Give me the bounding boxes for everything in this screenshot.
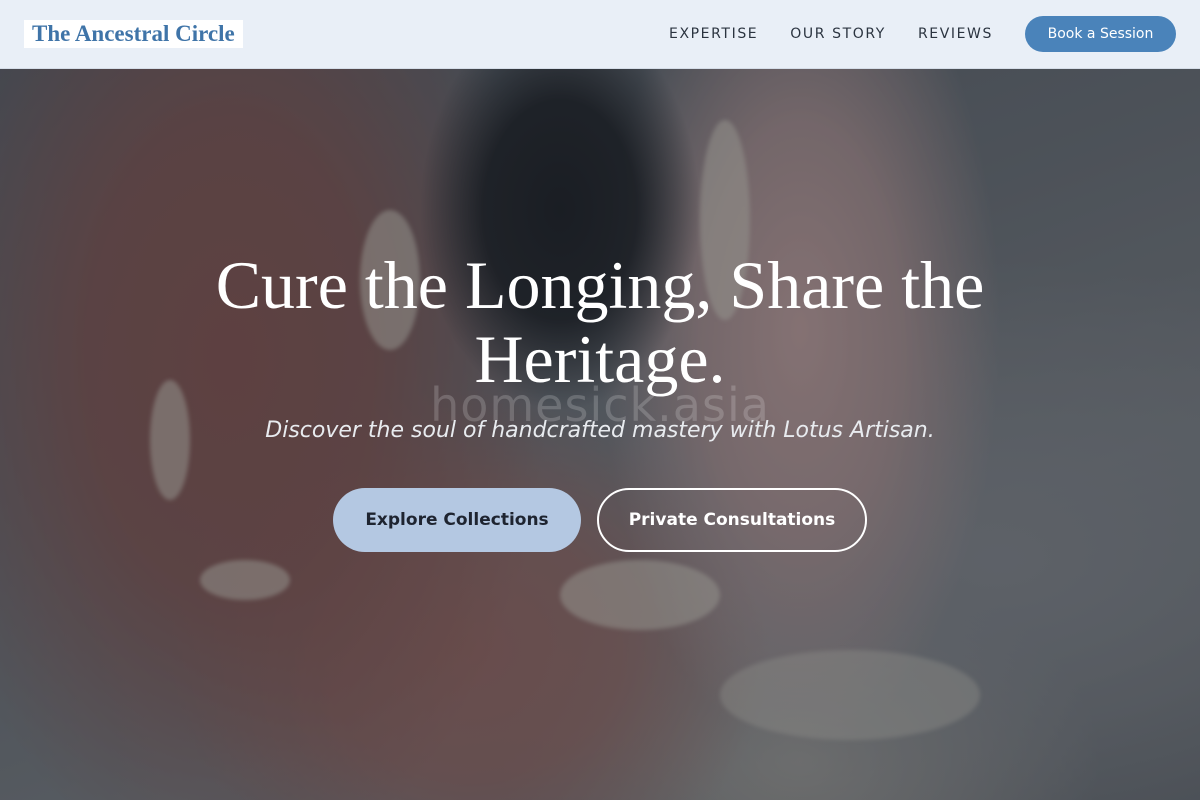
- nav-link-expertise[interactable]: EXPERTISE: [669, 26, 758, 42]
- site-logo[interactable]: The Ancestral Circle: [24, 20, 243, 48]
- main-nav: EXPERTISE OUR STORY REVIEWS Book a Sessi…: [669, 16, 1176, 52]
- explore-collections-button[interactable]: Explore Collections: [333, 488, 581, 552]
- book-session-button[interactable]: Book a Session: [1025, 16, 1176, 52]
- site-header: The Ancestral Circle EXPERTISE OUR STORY…: [0, 0, 1200, 69]
- hero-title: Cure the Longing, Share the Heritage.: [215, 247, 985, 397]
- hero-subtitle: Discover the soul of handcrafted mastery…: [265, 418, 935, 443]
- nav-link-our-story[interactable]: OUR STORY: [790, 26, 886, 42]
- private-consultations-button[interactable]: Private Consultations: [597, 488, 867, 552]
- nav-link-reviews[interactable]: REVIEWS: [918, 26, 993, 42]
- hero-section: Cure the Longing, Share the Heritage. ho…: [0, 0, 1200, 800]
